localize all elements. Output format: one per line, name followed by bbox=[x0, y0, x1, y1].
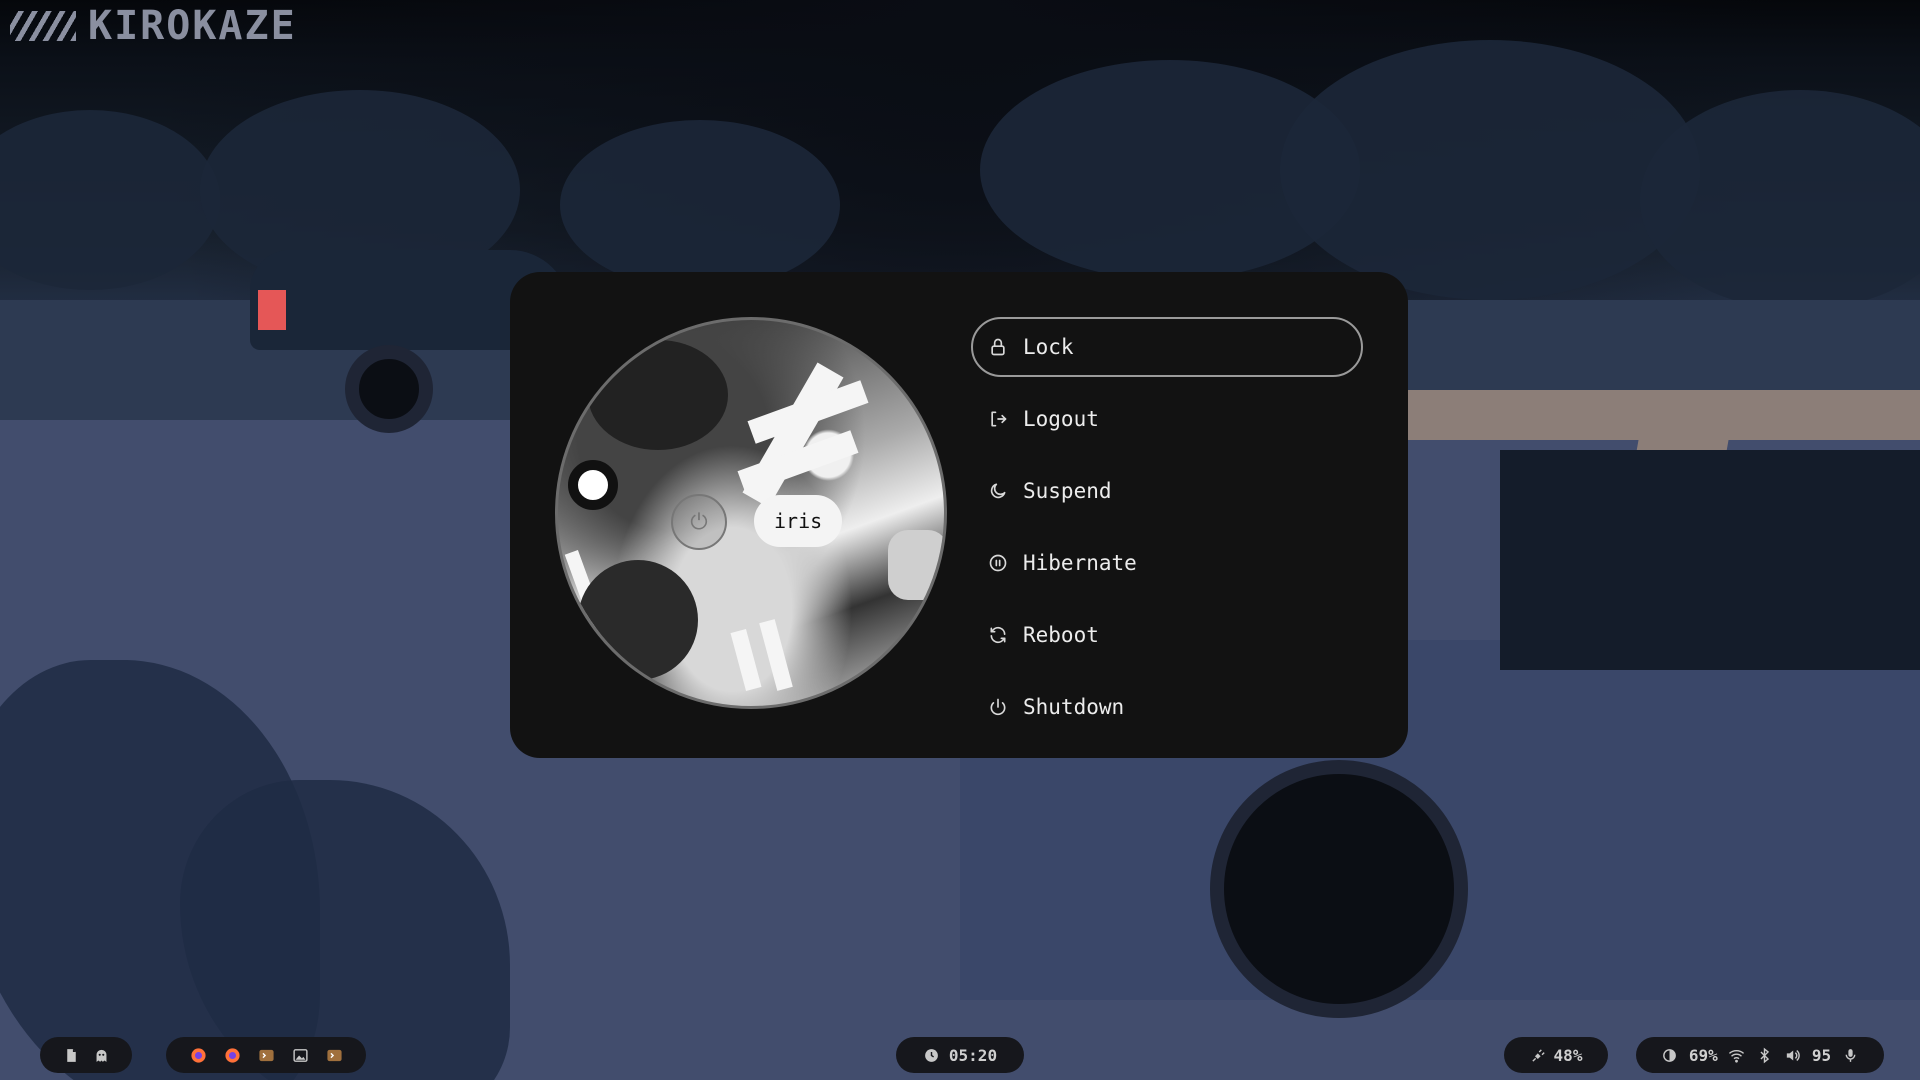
wallpaper-tree bbox=[560, 120, 840, 290]
lock-button[interactable]: Lock bbox=[971, 317, 1363, 377]
battery-percent: 48% bbox=[1553, 1045, 1583, 1065]
wallpaper-tree bbox=[1280, 40, 1700, 300]
taskbar-apps bbox=[166, 1037, 366, 1073]
ghost-icon[interactable] bbox=[92, 1046, 110, 1064]
microphone-icon[interactable] bbox=[1841, 1046, 1859, 1064]
avatar-art-car bbox=[888, 530, 944, 600]
power-menu-panel: ⏻ iris Lock Logout Suspend Hibernate Reb… bbox=[510, 272, 1408, 758]
power-menu-list: Lock Logout Suspend Hibernate Reboot Shu… bbox=[971, 317, 1363, 749]
hibernate-button[interactable]: Hibernate bbox=[971, 533, 1363, 593]
clock-widget[interactable]: 05:20 bbox=[896, 1037, 1024, 1073]
user-avatar: ⏻ iris bbox=[555, 317, 947, 709]
avatar-art-ink bbox=[578, 560, 698, 680]
plug-icon bbox=[1530, 1046, 1548, 1064]
reboot-label: Reboot bbox=[1023, 623, 1099, 647]
logout-button[interactable]: Logout bbox=[971, 389, 1363, 449]
wallpaper-tree bbox=[0, 110, 220, 290]
avatar-art-stroke bbox=[759, 619, 793, 691]
system-tray: 69% 95 bbox=[1636, 1037, 1884, 1073]
avatar-art-stroke bbox=[730, 628, 762, 692]
clock-time: 05:20 bbox=[948, 1045, 998, 1065]
logo-stripes bbox=[10, 11, 76, 41]
volume-level: 95 bbox=[1811, 1045, 1832, 1065]
shutdown-label: Shutdown bbox=[1023, 695, 1125, 719]
power-icon: ⏻ bbox=[671, 494, 727, 550]
wifi-icon[interactable] bbox=[1728, 1046, 1746, 1064]
lock-icon bbox=[987, 336, 1009, 358]
terminal-icon[interactable] bbox=[325, 1046, 343, 1064]
lock-label: Lock bbox=[1023, 335, 1074, 359]
workspace-switcher bbox=[40, 1037, 132, 1073]
brightness-icon[interactable] bbox=[1661, 1046, 1679, 1064]
image-viewer-icon[interactable] bbox=[291, 1046, 309, 1064]
terminal-icon[interactable] bbox=[257, 1046, 275, 1064]
firefox-icon[interactable] bbox=[223, 1046, 241, 1064]
power-icon bbox=[987, 696, 1009, 718]
logo-text: KIROKAZE bbox=[88, 3, 297, 49]
firefox-icon[interactable] bbox=[189, 1046, 207, 1064]
wallpaper-wheel bbox=[1210, 760, 1468, 1018]
bluetooth-icon[interactable] bbox=[1756, 1046, 1774, 1064]
moon-icon bbox=[987, 480, 1009, 502]
desktop-logo: KIROKAZE bbox=[10, 3, 297, 49]
wallpaper-road-mark bbox=[1400, 390, 1920, 440]
avatar-art-ring bbox=[568, 460, 618, 510]
avatar-art-ink bbox=[588, 340, 728, 450]
logout-label: Logout bbox=[1023, 407, 1099, 431]
logout-icon bbox=[987, 408, 1009, 430]
username-badge: iris bbox=[754, 495, 843, 547]
brightness-percent: 69% bbox=[1688, 1045, 1718, 1065]
pause-circle-icon bbox=[987, 552, 1009, 574]
suspend-label: Suspend bbox=[1023, 479, 1112, 503]
wallpaper-car-window bbox=[1500, 450, 1920, 670]
suspend-button[interactable]: Suspend bbox=[971, 461, 1363, 521]
clock-icon bbox=[923, 1046, 941, 1064]
volume-icon[interactable] bbox=[1784, 1046, 1802, 1064]
reboot-button[interactable]: Reboot bbox=[971, 605, 1363, 665]
hibernate-label: Hibernate bbox=[1023, 551, 1137, 575]
battery-widget[interactable]: 48% bbox=[1504, 1037, 1608, 1073]
wallpaper-tail-light bbox=[258, 290, 286, 330]
refresh-icon bbox=[987, 624, 1009, 646]
shutdown-button[interactable]: Shutdown bbox=[971, 677, 1363, 737]
wallpaper-wheel bbox=[345, 345, 433, 433]
files-icon[interactable] bbox=[62, 1046, 80, 1064]
